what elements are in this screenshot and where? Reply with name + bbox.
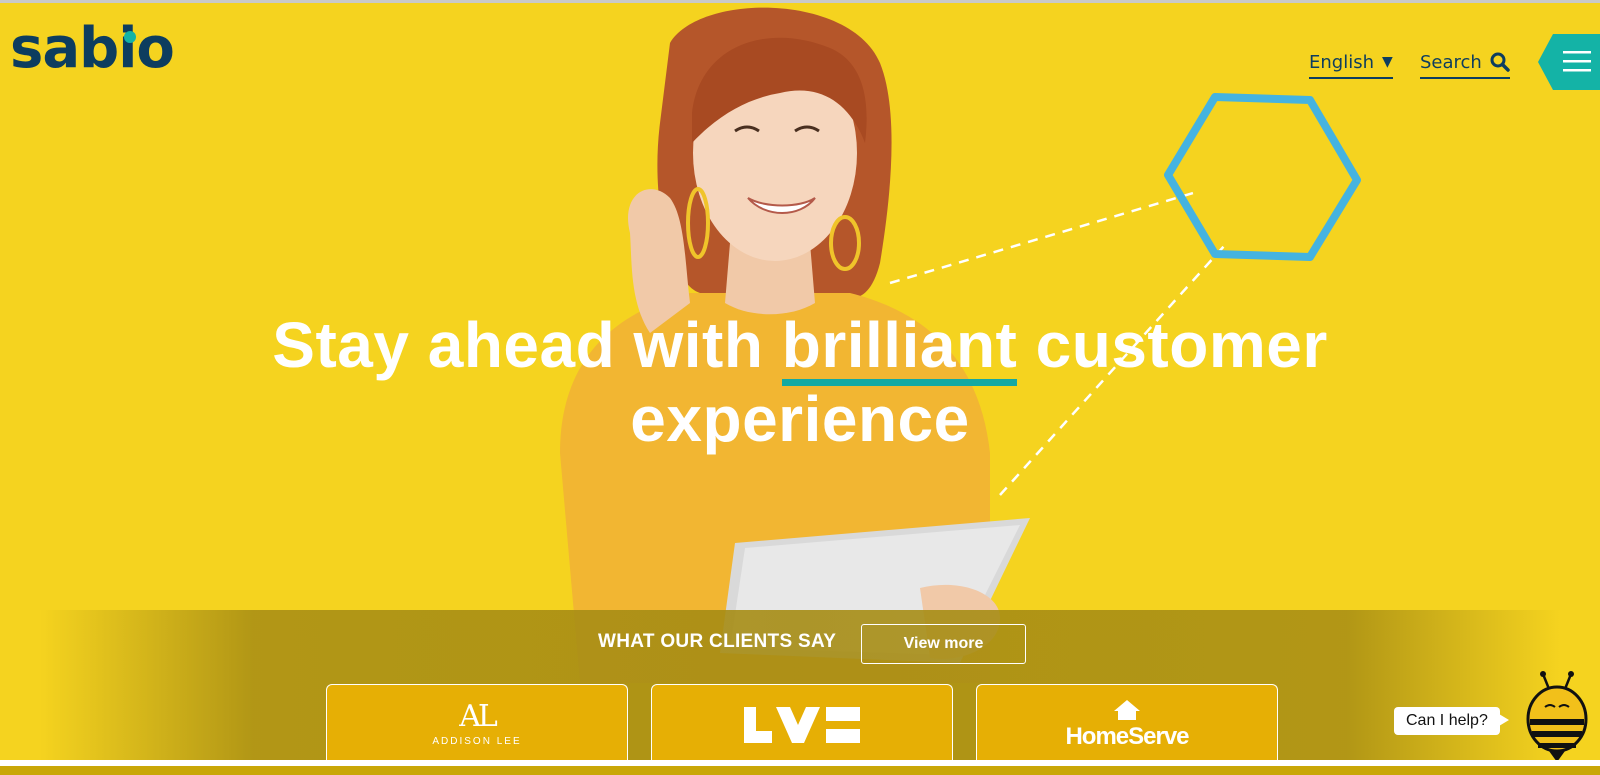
addison-lee-mark: AL [459,699,498,734]
logo-text: sabio [10,16,175,81]
headline-part-1: Stay ahead with [272,309,764,381]
hero-headline: Stay ahead with brilliant customer exper… [0,308,1600,456]
client-card-addison-lee[interactable]: AL ADDISON LEE [326,684,628,760]
lv-logo [744,706,860,743]
bottom-strip [0,766,1600,775]
sabio-logo[interactable]: sabio [10,21,175,77]
homeserve-name: HomeServe [1065,722,1189,750]
language-selector[interactable]: English ▼ [1309,47,1393,79]
logo-dot [124,31,136,43]
search-icon [1490,52,1510,72]
menu-button[interactable] [1537,33,1600,91]
search-link[interactable]: Search [1420,47,1510,79]
clients-title: WHAT OUR CLIENTS SAY [598,631,837,652]
headline-part-2: customer [1035,309,1328,381]
headline-highlight: brilliant [781,309,1018,386]
client-card-homeserve[interactable]: HomeServe [976,684,1278,760]
chat-prompt[interactable]: Can I help? [1394,707,1509,735]
chevron-down-icon: ▼ [1382,54,1393,70]
bee-mascot-icon[interactable] [1525,671,1589,760]
language-label: English [1309,51,1374,73]
hero-section: sabio English ▼ Search Stay ahead with b… [0,3,1600,760]
search-label: Search [1420,51,1482,73]
addison-lee-name: ADDISON LEE [432,736,522,747]
house-icon [1114,699,1140,720]
headline-line-2: experience [630,383,970,455]
view-more-button[interactable]: View more [861,624,1026,664]
client-card-lv[interactable] [651,684,953,760]
